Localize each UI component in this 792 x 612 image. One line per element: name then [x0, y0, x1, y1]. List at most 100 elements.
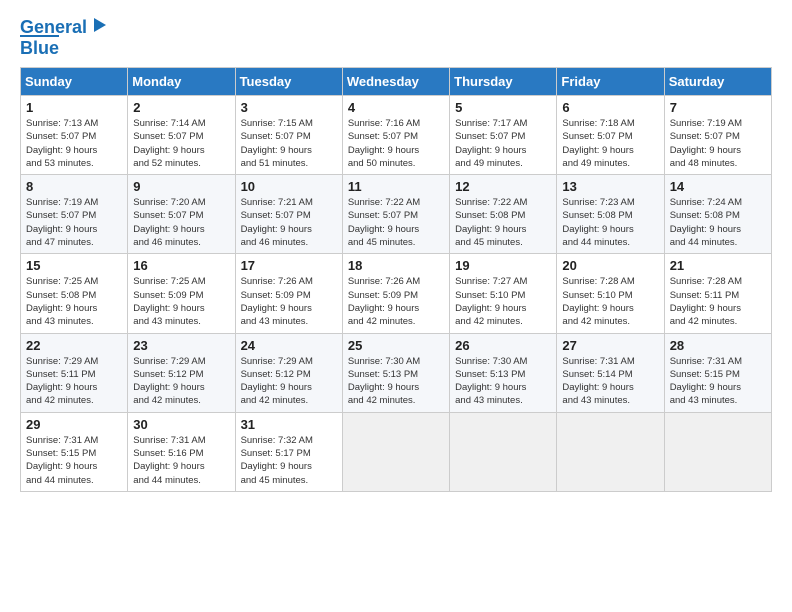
calendar-cell: 17 Sunrise: 7:26 AMSunset: 5:09 PMDaylig…	[235, 254, 342, 333]
day-info: Sunrise: 7:24 AMSunset: 5:08 PMDaylight:…	[670, 196, 766, 249]
day-number: 9	[133, 179, 229, 194]
weekday-header: Thursday	[450, 68, 557, 96]
day-number: 2	[133, 100, 229, 115]
day-info: Sunrise: 7:25 AMSunset: 5:08 PMDaylight:…	[26, 275, 122, 328]
day-number: 30	[133, 417, 229, 432]
calendar-cell: 2 Sunrise: 7:14 AMSunset: 5:07 PMDayligh…	[128, 96, 235, 175]
calendar-cell: 30 Sunrise: 7:31 AMSunset: 5:16 PMDaylig…	[128, 412, 235, 491]
calendar-body: 1 Sunrise: 7:13 AMSunset: 5:07 PMDayligh…	[21, 96, 772, 492]
day-number: 8	[26, 179, 122, 194]
day-info: Sunrise: 7:25 AMSunset: 5:09 PMDaylight:…	[133, 275, 229, 328]
day-info: Sunrise: 7:15 AMSunset: 5:07 PMDaylight:…	[241, 117, 337, 170]
calendar-cell: 4 Sunrise: 7:16 AMSunset: 5:07 PMDayligh…	[342, 96, 449, 175]
day-number: 5	[455, 100, 551, 115]
day-info: Sunrise: 7:28 AMSunset: 5:10 PMDaylight:…	[562, 275, 658, 328]
day-info: Sunrise: 7:18 AMSunset: 5:07 PMDaylight:…	[562, 117, 658, 170]
calendar-cell: 18 Sunrise: 7:26 AMSunset: 5:09 PMDaylig…	[342, 254, 449, 333]
day-number: 26	[455, 338, 551, 353]
day-number: 23	[133, 338, 229, 353]
day-number: 18	[348, 258, 444, 273]
day-info: Sunrise: 7:29 AMSunset: 5:12 PMDaylight:…	[241, 355, 337, 408]
day-info: Sunrise: 7:30 AMSunset: 5:13 PMDaylight:…	[455, 355, 551, 408]
day-number: 25	[348, 338, 444, 353]
day-number: 3	[241, 100, 337, 115]
weekday-header-row: SundayMondayTuesdayWednesdayThursdayFrid…	[21, 68, 772, 96]
logo-icon	[90, 16, 108, 34]
day-number: 28	[670, 338, 766, 353]
day-info: Sunrise: 7:19 AMSunset: 5:07 PMDaylight:…	[26, 196, 122, 249]
calendar-cell: 12 Sunrise: 7:22 AMSunset: 5:08 PMDaylig…	[450, 175, 557, 254]
day-number: 10	[241, 179, 337, 194]
calendar-cell: 24 Sunrise: 7:29 AMSunset: 5:12 PMDaylig…	[235, 333, 342, 412]
day-info: Sunrise: 7:16 AMSunset: 5:07 PMDaylight:…	[348, 117, 444, 170]
day-number: 16	[133, 258, 229, 273]
day-number: 21	[670, 258, 766, 273]
calendar-cell: 10 Sunrise: 7:21 AMSunset: 5:07 PMDaylig…	[235, 175, 342, 254]
weekday-header: Saturday	[664, 68, 771, 96]
day-info: Sunrise: 7:19 AMSunset: 5:07 PMDaylight:…	[670, 117, 766, 170]
calendar-cell: 19 Sunrise: 7:27 AMSunset: 5:10 PMDaylig…	[450, 254, 557, 333]
day-number: 15	[26, 258, 122, 273]
logo: General Blue	[20, 16, 108, 59]
day-info: Sunrise: 7:13 AMSunset: 5:07 PMDaylight:…	[26, 117, 122, 170]
day-info: Sunrise: 7:23 AMSunset: 5:08 PMDaylight:…	[562, 196, 658, 249]
day-info: Sunrise: 7:20 AMSunset: 5:07 PMDaylight:…	[133, 196, 229, 249]
day-info: Sunrise: 7:14 AMSunset: 5:07 PMDaylight:…	[133, 117, 229, 170]
day-info: Sunrise: 7:31 AMSunset: 5:15 PMDaylight:…	[26, 434, 122, 487]
day-info: Sunrise: 7:32 AMSunset: 5:17 PMDaylight:…	[241, 434, 337, 487]
calendar-week-row: 1 Sunrise: 7:13 AMSunset: 5:07 PMDayligh…	[21, 96, 772, 175]
day-number: 11	[348, 179, 444, 194]
day-info: Sunrise: 7:26 AMSunset: 5:09 PMDaylight:…	[348, 275, 444, 328]
calendar-week-row: 8 Sunrise: 7:19 AMSunset: 5:07 PMDayligh…	[21, 175, 772, 254]
day-info: Sunrise: 7:22 AMSunset: 5:08 PMDaylight:…	[455, 196, 551, 249]
day-number: 20	[562, 258, 658, 273]
calendar-cell: 13 Sunrise: 7:23 AMSunset: 5:08 PMDaylig…	[557, 175, 664, 254]
day-number: 4	[348, 100, 444, 115]
calendar-cell: 7 Sunrise: 7:19 AMSunset: 5:07 PMDayligh…	[664, 96, 771, 175]
day-info: Sunrise: 7:17 AMSunset: 5:07 PMDaylight:…	[455, 117, 551, 170]
calendar-cell: 14 Sunrise: 7:24 AMSunset: 5:08 PMDaylig…	[664, 175, 771, 254]
calendar-cell	[342, 412, 449, 491]
day-number: 1	[26, 100, 122, 115]
day-info: Sunrise: 7:30 AMSunset: 5:13 PMDaylight:…	[348, 355, 444, 408]
day-number: 12	[455, 179, 551, 194]
weekday-header: Friday	[557, 68, 664, 96]
calendar-week-row: 22 Sunrise: 7:29 AMSunset: 5:11 PMDaylig…	[21, 333, 772, 412]
calendar-cell: 26 Sunrise: 7:30 AMSunset: 5:13 PMDaylig…	[450, 333, 557, 412]
weekday-header: Wednesday	[342, 68, 449, 96]
calendar-cell	[557, 412, 664, 491]
calendar-cell: 27 Sunrise: 7:31 AMSunset: 5:14 PMDaylig…	[557, 333, 664, 412]
day-info: Sunrise: 7:31 AMSunset: 5:16 PMDaylight:…	[133, 434, 229, 487]
day-number: 14	[670, 179, 766, 194]
day-number: 29	[26, 417, 122, 432]
weekday-header: Tuesday	[235, 68, 342, 96]
calendar-cell: 6 Sunrise: 7:18 AMSunset: 5:07 PMDayligh…	[557, 96, 664, 175]
calendar-cell: 21 Sunrise: 7:28 AMSunset: 5:11 PMDaylig…	[664, 254, 771, 333]
day-number: 13	[562, 179, 658, 194]
weekday-header: Sunday	[21, 68, 128, 96]
calendar-cell	[450, 412, 557, 491]
day-number: 31	[241, 417, 337, 432]
calendar-week-row: 15 Sunrise: 7:25 AMSunset: 5:08 PMDaylig…	[21, 254, 772, 333]
day-number: 17	[241, 258, 337, 273]
day-info: Sunrise: 7:22 AMSunset: 5:07 PMDaylight:…	[348, 196, 444, 249]
day-number: 19	[455, 258, 551, 273]
day-number: 27	[562, 338, 658, 353]
calendar-cell: 23 Sunrise: 7:29 AMSunset: 5:12 PMDaylig…	[128, 333, 235, 412]
day-number: 6	[562, 100, 658, 115]
weekday-header: Monday	[128, 68, 235, 96]
calendar-cell: 1 Sunrise: 7:13 AMSunset: 5:07 PMDayligh…	[21, 96, 128, 175]
day-info: Sunrise: 7:29 AMSunset: 5:11 PMDaylight:…	[26, 355, 122, 408]
day-info: Sunrise: 7:26 AMSunset: 5:09 PMDaylight:…	[241, 275, 337, 328]
day-info: Sunrise: 7:29 AMSunset: 5:12 PMDaylight:…	[133, 355, 229, 408]
calendar-cell: 15 Sunrise: 7:25 AMSunset: 5:08 PMDaylig…	[21, 254, 128, 333]
calendar-cell: 29 Sunrise: 7:31 AMSunset: 5:15 PMDaylig…	[21, 412, 128, 491]
calendar-week-row: 29 Sunrise: 7:31 AMSunset: 5:15 PMDaylig…	[21, 412, 772, 491]
day-info: Sunrise: 7:21 AMSunset: 5:07 PMDaylight:…	[241, 196, 337, 249]
calendar-cell: 11 Sunrise: 7:22 AMSunset: 5:07 PMDaylig…	[342, 175, 449, 254]
calendar-cell: 9 Sunrise: 7:20 AMSunset: 5:07 PMDayligh…	[128, 175, 235, 254]
header: General Blue	[20, 16, 772, 59]
calendar-cell: 28 Sunrise: 7:31 AMSunset: 5:15 PMDaylig…	[664, 333, 771, 412]
calendar-cell: 3 Sunrise: 7:15 AMSunset: 5:07 PMDayligh…	[235, 96, 342, 175]
day-number: 24	[241, 338, 337, 353]
